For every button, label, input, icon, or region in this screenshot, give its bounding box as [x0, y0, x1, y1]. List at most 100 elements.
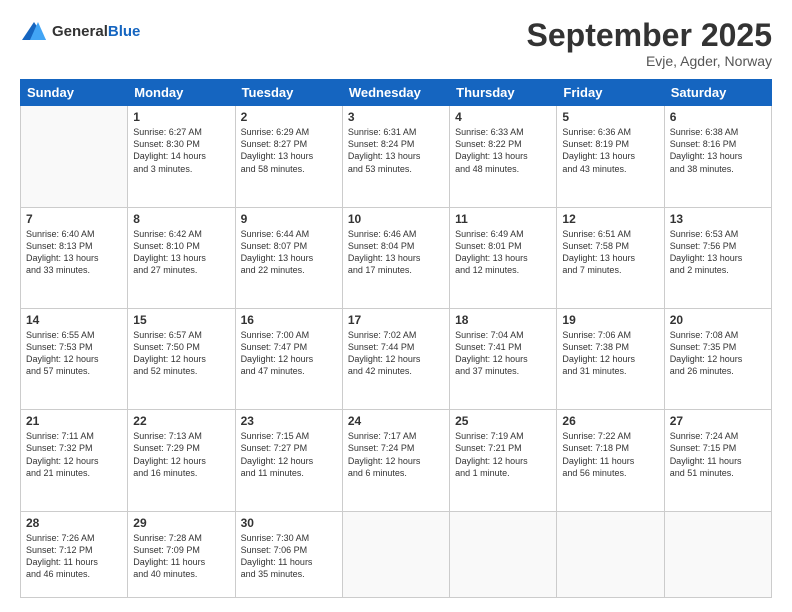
header: GeneralBlue September 2025 Evje, Agder, …: [20, 18, 772, 69]
cell-content: Sunrise: 7:13 AMSunset: 7:29 PMDaylight:…: [133, 430, 229, 479]
table-row: 20 Sunrise: 7:08 AMSunset: 7:35 PMDayligh…: [664, 308, 771, 409]
cell-content: Sunrise: 7:17 AMSunset: 7:24 PMDaylight:…: [348, 430, 444, 479]
table-row: 17 Sunrise: 7:02 AMSunset: 7:44 PMDayligh…: [342, 308, 449, 409]
cell-content: Sunrise: 6:53 AMSunset: 7:56 PMDaylight:…: [670, 228, 766, 277]
cell-content: Sunrise: 7:22 AMSunset: 7:18 PMDaylight:…: [562, 430, 658, 479]
table-row: 2Sunrise: 6:29 AMSunset: 8:27 PMDaylight…: [235, 106, 342, 207]
table-row: 18 Sunrise: 7:04 AMSunset: 7:41 PMDayligh…: [450, 308, 557, 409]
table-row: 25 Sunrise: 7:19 AMSunset: 7:21 PMDayligh…: [450, 410, 557, 511]
col-wednesday: Wednesday: [342, 80, 449, 106]
cell-content: Sunrise: 7:24 AMSunset: 7:15 PMDaylight:…: [670, 430, 766, 479]
day-number: 18: [455, 313, 551, 327]
table-row: 11 Sunrise: 6:49 AMSunset: 8:01 PMDayligh…: [450, 207, 557, 308]
cell-content: Sunrise: 7:06 AMSunset: 7:38 PMDaylight:…: [562, 329, 658, 378]
day-number: 9: [241, 212, 337, 226]
table-row: 27 Sunrise: 7:24 AMSunset: 7:15 PMDayligh…: [664, 410, 771, 511]
day-number: 3: [348, 110, 444, 124]
day-number: 16: [241, 313, 337, 327]
cell-content: Sunrise: 7:26 AMSunset: 7:12 PMDaylight:…: [26, 532, 122, 581]
cell-content: Sunrise: 6:36 AMSunset: 8:19 PMDaylight:…: [562, 126, 658, 175]
col-sunday: Sunday: [21, 80, 128, 106]
day-number: 21: [26, 414, 122, 428]
table-row: 15Sunrise: 6:57 AMSunset: 7:50 PMDayligh…: [128, 308, 235, 409]
day-number: 26: [562, 414, 658, 428]
logo-text: GeneralBlue: [52, 23, 140, 41]
day-number: 4: [455, 110, 551, 124]
cell-content: Sunrise: 7:00 AMSunset: 7:47 PMDaylight:…: [241, 329, 337, 378]
day-number: 29: [133, 516, 229, 530]
table-row: [21, 106, 128, 207]
table-row: 28 Sunrise: 7:26 AMSunset: 7:12 PMDayligh…: [21, 511, 128, 597]
logo: GeneralBlue: [20, 18, 140, 46]
table-row: 9 Sunrise: 6:44 AMSunset: 8:07 PMDaylight…: [235, 207, 342, 308]
header-row: Sunday Monday Tuesday Wednesday Thursday…: [21, 80, 772, 106]
cell-content: Sunrise: 7:15 AMSunset: 7:27 PMDaylight:…: [241, 430, 337, 479]
day-number: 28: [26, 516, 122, 530]
cell-content: Sunrise: 6:57 AMSunset: 7:50 PMDaylight:…: [133, 329, 229, 378]
table-row: 3Sunrise: 6:31 AMSunset: 8:24 PMDaylight…: [342, 106, 449, 207]
table-row: 8 Sunrise: 6:42 AMSunset: 8:10 PMDaylight…: [128, 207, 235, 308]
week-row-2: 7 Sunrise: 6:40 AMSunset: 8:13 PMDaylight…: [21, 207, 772, 308]
cell-content: Sunrise: 6:27 AMSunset: 8:30 PMDaylight:…: [133, 126, 229, 175]
week-row-3: 14Sunrise: 6:55 AMSunset: 7:53 PMDayligh…: [21, 308, 772, 409]
table-row: 1Sunrise: 6:27 AMSunset: 8:30 PMDaylight…: [128, 106, 235, 207]
table-row: 19 Sunrise: 7:06 AMSunset: 7:38 PMDayligh…: [557, 308, 664, 409]
table-row: 10 Sunrise: 6:46 AMSunset: 8:04 PMDayligh…: [342, 207, 449, 308]
cell-content: Sunrise: 7:08 AMSunset: 7:35 PMDaylight:…: [670, 329, 766, 378]
table-row: 5Sunrise: 6:36 AMSunset: 8:19 PMDaylight…: [557, 106, 664, 207]
cell-content: Sunrise: 7:04 AMSunset: 7:41 PMDaylight:…: [455, 329, 551, 378]
table-row: 24Sunrise: 7:17 AMSunset: 7:24 PMDayligh…: [342, 410, 449, 511]
day-number: 11: [455, 212, 551, 226]
day-number: 17: [348, 313, 444, 327]
table-row: 23 Sunrise: 7:15 AMSunset: 7:27 PMDayligh…: [235, 410, 342, 511]
cell-content: Sunrise: 6:38 AMSunset: 8:16 PMDaylight:…: [670, 126, 766, 175]
table-row: 4Sunrise: 6:33 AMSunset: 8:22 PMDaylight…: [450, 106, 557, 207]
day-number: 19: [562, 313, 658, 327]
day-number: 12: [562, 212, 658, 226]
col-thursday: Thursday: [450, 80, 557, 106]
table-row: 12Sunrise: 6:51 AMSunset: 7:58 PMDayligh…: [557, 207, 664, 308]
month-title: September 2025: [527, 18, 772, 53]
week-row-1: 1Sunrise: 6:27 AMSunset: 8:30 PMDaylight…: [21, 106, 772, 207]
location: Evje, Agder, Norway: [527, 53, 772, 69]
table-row: 30Sunrise: 7:30 AMSunset: 7:06 PMDayligh…: [235, 511, 342, 597]
table-row: [450, 511, 557, 597]
day-number: 6: [670, 110, 766, 124]
cell-content: Sunrise: 7:11 AMSunset: 7:32 PMDaylight:…: [26, 430, 122, 479]
week-row-4: 21 Sunrise: 7:11 AMSunset: 7:32 PMDayligh…: [21, 410, 772, 511]
day-number: 23: [241, 414, 337, 428]
cell-content: Sunrise: 7:30 AMSunset: 7:06 PMDaylight:…: [241, 532, 337, 581]
day-number: 20: [670, 313, 766, 327]
cell-content: Sunrise: 6:46 AMSunset: 8:04 PMDaylight:…: [348, 228, 444, 277]
table-row: 26 Sunrise: 7:22 AMSunset: 7:18 PMDayligh…: [557, 410, 664, 511]
table-row: 22 Sunrise: 7:13 AMSunset: 7:29 PMDayligh…: [128, 410, 235, 511]
day-number: 7: [26, 212, 122, 226]
cell-content: Sunrise: 6:42 AMSunset: 8:10 PMDaylight:…: [133, 228, 229, 277]
cell-content: Sunrise: 6:49 AMSunset: 8:01 PMDaylight:…: [455, 228, 551, 277]
day-number: 13: [670, 212, 766, 226]
logo-blue: Blue: [108, 23, 141, 40]
table-row: 6 Sunrise: 6:38 AMSunset: 8:16 PMDaylight…: [664, 106, 771, 207]
week-row-5: 28 Sunrise: 7:26 AMSunset: 7:12 PMDayligh…: [21, 511, 772, 597]
table-row: 7 Sunrise: 6:40 AMSunset: 8:13 PMDaylight…: [21, 207, 128, 308]
table-row: [342, 511, 449, 597]
table-row: 16 Sunrise: 7:00 AMSunset: 7:47 PMDayligh…: [235, 308, 342, 409]
title-block: September 2025 Evje, Agder, Norway: [527, 18, 772, 69]
cell-content: Sunrise: 6:44 AMSunset: 8:07 PMDaylight:…: [241, 228, 337, 277]
day-number: 27: [670, 414, 766, 428]
table-row: 14Sunrise: 6:55 AMSunset: 7:53 PMDayligh…: [21, 308, 128, 409]
col-friday: Friday: [557, 80, 664, 106]
day-number: 2: [241, 110, 337, 124]
day-number: 22: [133, 414, 229, 428]
table-row: 13 Sunrise: 6:53 AMSunset: 7:56 PMDayligh…: [664, 207, 771, 308]
day-number: 25: [455, 414, 551, 428]
cell-content: Sunrise: 7:02 AMSunset: 7:44 PMDaylight:…: [348, 329, 444, 378]
logo-icon: [20, 18, 48, 46]
calendar-page: GeneralBlue September 2025 Evje, Agder, …: [0, 0, 792, 612]
cell-content: Sunrise: 7:19 AMSunset: 7:21 PMDaylight:…: [455, 430, 551, 479]
day-number: 10: [348, 212, 444, 226]
cell-content: Sunrise: 6:40 AMSunset: 8:13 PMDaylight:…: [26, 228, 122, 277]
col-saturday: Saturday: [664, 80, 771, 106]
day-number: 8: [133, 212, 229, 226]
col-tuesday: Tuesday: [235, 80, 342, 106]
